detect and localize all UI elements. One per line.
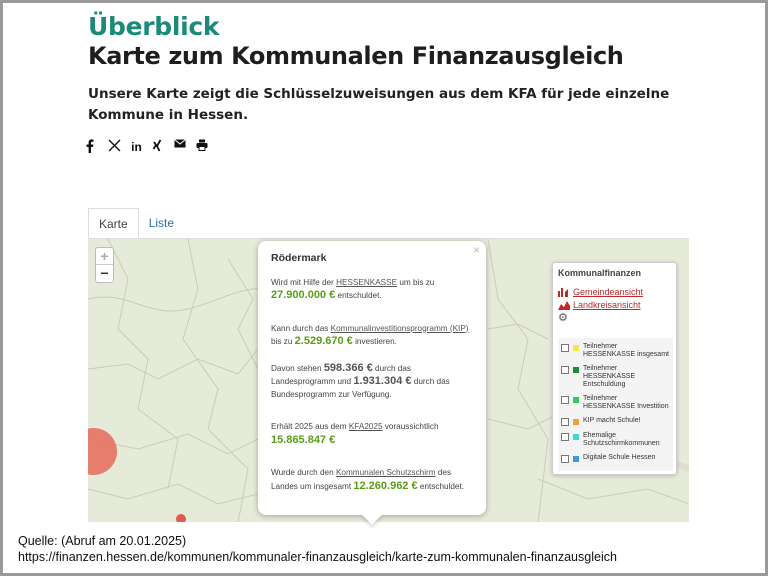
view-tabs: Karte Liste [88, 208, 184, 239]
checkbox[interactable] [561, 455, 569, 463]
swatch [573, 419, 579, 425]
popup-kip-split: Davon stehen 598.366 € durch das Landesp… [271, 362, 473, 402]
kip-link[interactable]: Kommunalinvestitionsprogramm (KIP) [331, 324, 469, 333]
landesprogramm-amount: 598.366 € [323, 361, 373, 374]
legend-label: Ehemalige Schutzschirmkommunen [583, 432, 660, 447]
popup-hessenkasse: Wird mit Hilfe der HESSENKASSE um bis zu… [271, 277, 473, 303]
checkbox[interactable] [561, 366, 569, 374]
gear-icon[interactable]: ⚙ [558, 313, 671, 324]
legend-item[interactable]: KIP macht Schule! [561, 417, 670, 426]
text: Kann durch das [271, 323, 331, 333]
legend-label: KIP macht Schule! [583, 417, 641, 424]
source-line-1: Quelle: (Abruf am 20.01.2025) [18, 534, 187, 548]
legend-title: Kommunalfinanzen [558, 268, 642, 278]
kfa2025-link[interactable]: KFA2025 [349, 422, 383, 431]
chart-icon [558, 288, 568, 297]
swatch [573, 434, 579, 440]
popup-title: Rödermark [271, 252, 327, 264]
zoom-out-button[interactable]: − [96, 265, 113, 282]
popup-kip: Kann durch das Kommunalinvestitionsprogr… [271, 323, 473, 349]
text: entschuldet. [335, 291, 382, 300]
bundesprogramm-amount: 1.931.304 € [353, 375, 412, 387]
swatch [573, 456, 579, 462]
legend-label: Teilnehmer HESSENKASSE Investition [583, 395, 669, 410]
hessenkasse-amount: 27.900.000 € [271, 289, 336, 301]
schutzschirm-amount: 12.260.962 € [353, 479, 418, 492]
text: investieren. [352, 337, 397, 346]
zoom-control: + − [95, 247, 114, 283]
kip-amount: 2.529.670 € [294, 335, 353, 347]
hessenkasse-link[interactable]: HESSENKASSE [336, 278, 397, 287]
page-title: Karte zum Kommunalen Finanzausgleich [88, 42, 624, 70]
text: bis zu [271, 337, 295, 346]
kfa-amount: 15.865.847 € [271, 433, 336, 446]
print-icon[interactable] [196, 139, 209, 155]
eyebrow-heading: Überblick [88, 12, 220, 41]
legend-item[interactable]: Teilnehmer HESSENKASSE Investition [561, 395, 670, 411]
legend-item[interactable]: Teilnehmer HESSENKASSE Entschuldung [561, 365, 670, 389]
legend-label: Teilnehmer HESSENKASSE Entschuldung [583, 365, 636, 388]
lead-text: Unsere Karte zeigt die Schlüsselzuweisun… [88, 86, 670, 123]
swatch [573, 367, 579, 373]
chart-icon [558, 301, 570, 310]
tab-liste[interactable]: Liste [139, 208, 184, 239]
x-icon[interactable] [108, 139, 121, 155]
mail-icon[interactable] [174, 139, 187, 155]
popup-kfa: Erhält 2025 aus dem KFA2025 voraussichtl… [271, 421, 473, 447]
legend-label: Digitale Schule Hessen [583, 454, 656, 461]
legend-item[interactable]: Digitale Schule Hessen [561, 454, 670, 463]
legend-item[interactable]: Ehemalige Schutzschirmkommunen [561, 432, 670, 448]
checkbox[interactable] [561, 433, 569, 441]
tab-karte[interactable]: Karte [88, 208, 139, 239]
gemeindeansicht-link[interactable]: Gemeindeansicht [558, 287, 671, 297]
schutzschirm-link[interactable]: Kommunalen Schutzschirm [336, 468, 436, 477]
share-bar: in [86, 139, 209, 155]
legend-label: Teilnehmer HESSENKASSE insgesamt [583, 343, 669, 358]
xing-icon[interactable] [152, 139, 165, 155]
popup-schutzschirm: Wurde durch den Kommunalen Schutzschirm … [271, 467, 473, 493]
link-label: Landkreisansicht [573, 300, 641, 310]
landkreisansicht-link[interactable]: Landkreisansicht [558, 300, 671, 310]
facebook-icon[interactable] [86, 139, 99, 155]
map-legend: Kommunalfinanzen Gemeindeansicht Landkre… [552, 262, 677, 475]
swatch [573, 345, 579, 351]
linkedin-icon[interactable]: in [130, 139, 143, 155]
text: Wird mit Hilfe der [271, 277, 337, 287]
municipality-popup: × Rödermark Wird mit Hilfe der HESSENKAS… [258, 241, 486, 525]
legend-items: Teilnehmer HESSENKASSE insgesamt Teilneh… [558, 338, 673, 471]
text: um bis zu [397, 277, 435, 287]
map-marker-small[interactable] [176, 514, 186, 522]
text: Wurde durch den [271, 468, 336, 477]
checkbox[interactable] [561, 418, 569, 426]
zoom-in-button[interactable]: + [96, 248, 113, 265]
text: voraussichtlich [382, 422, 439, 431]
text: entschuldet. [417, 481, 465, 491]
link-label: Gemeindeansicht [573, 287, 644, 297]
source-note: Quelle: (Abruf am 20.01.2025) https://fi… [18, 533, 617, 565]
swatch [573, 397, 579, 403]
text: Davon stehen [271, 363, 324, 373]
close-icon[interactable]: × [473, 244, 480, 257]
checkbox[interactable] [561, 396, 569, 404]
legend-item[interactable]: Teilnehmer HESSENKASSE insgesamt [561, 343, 670, 359]
text: Erhält 2025 aus dem [271, 422, 349, 431]
checkbox[interactable] [561, 344, 569, 352]
source-url: https://finanzen.hessen.de/kommunen/komm… [18, 550, 617, 564]
